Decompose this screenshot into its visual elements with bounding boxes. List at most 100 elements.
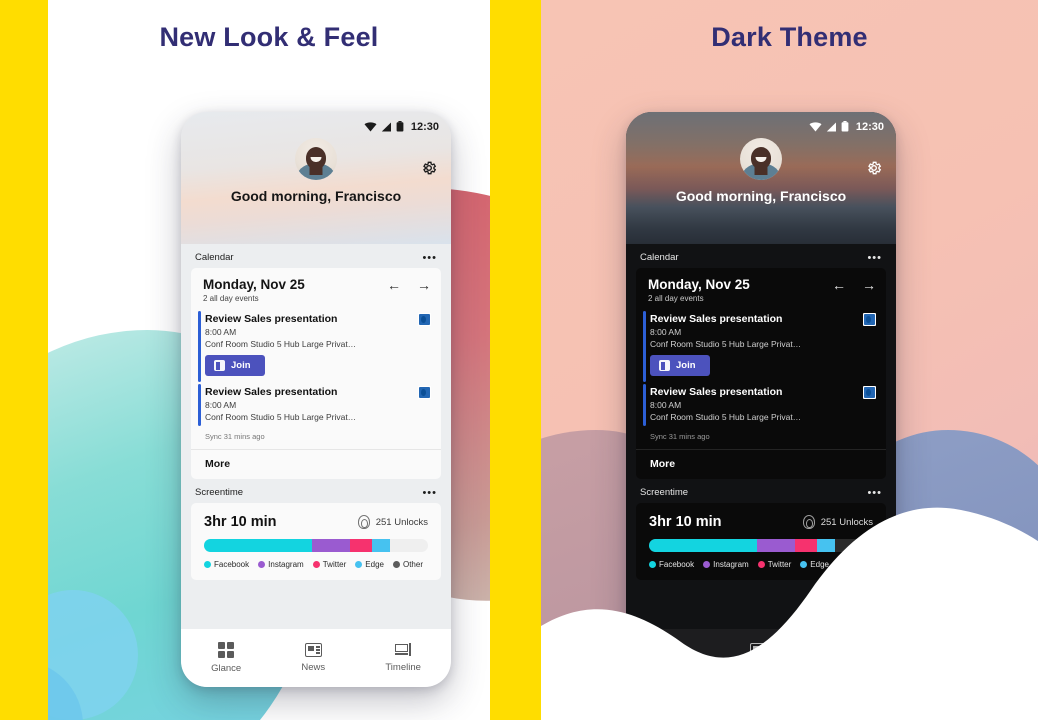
legend-dot-icon [392, 561, 400, 568]
fingerprint-icon [357, 515, 370, 529]
event-location: Conf Room Studio 5 Hub Large Privat… [205, 412, 357, 422]
signal-icon [381, 122, 391, 131]
calendar-card-header: Monday, Nov 25 2 all day events ← → [191, 268, 441, 309]
sync-status: Sync 31 mins ago [650, 432, 710, 441]
phone-hero-light: 12:30 Good morning, Francisco [181, 112, 451, 244]
legend-label: Edge [365, 560, 384, 569]
calendar-subtitle: 2 all day events [203, 294, 259, 303]
panel-light-theme: New Look & Feel 12:30 Good morning, Fran… [48, 0, 490, 720]
legend-dot-icon [258, 561, 266, 568]
bar-segment-facebook [204, 539, 312, 552]
calendar-event[interactable]: Review Sales presentation 8:00 AM Conf R… [636, 309, 886, 382]
screentime-card: 3hr 10 min 251 Unlocks Facebook Instagram… [191, 503, 441, 580]
section-header-calendar: Calendar ••• [626, 244, 896, 268]
screentime-legend: Facebook Instagram Twitter Edge Other [191, 552, 441, 580]
calendar-overflow-icon[interactable]: ••• [867, 252, 882, 263]
outlook-icon [418, 386, 431, 399]
legend-dot-icon [204, 561, 211, 568]
join-label: Join [676, 360, 696, 371]
more-button[interactable]: More [636, 449, 886, 479]
calendar-event[interactable]: Review Sales presentation 8:00 AM Conf R… [191, 382, 441, 426]
section-label-calendar: Calendar [195, 252, 234, 263]
section-header-screentime: Screentime ••• [181, 479, 451, 503]
decorative-white-wave [541, 507, 1038, 720]
sync-status: Sync 31 mins ago [205, 432, 265, 441]
calendar-card-header: Monday, Nov 25 2 all day events ← → [636, 268, 886, 309]
panel-dark-theme: Dark Theme 12:30 Good morning, Francisco… [541, 0, 1038, 720]
bar-segment-other [390, 539, 428, 552]
calendar-event[interactable]: Review Sales presentation 8:00 AM Conf R… [191, 309, 441, 382]
calendar-nav: ← → [832, 277, 876, 293]
news-icon [304, 643, 322, 657]
event-title: Review Sales presentation [650, 386, 783, 398]
event-title: Review Sales presentation [205, 386, 338, 398]
signal-icon [826, 122, 836, 131]
calendar-card: Monday, Nov 25 2 all day events ← → Revi… [636, 268, 886, 479]
calendar-overflow-icon[interactable]: ••• [422, 252, 437, 263]
page-title-dark: Dark Theme [711, 22, 868, 52]
legend-item-other: Other [392, 560, 423, 569]
section-label-calendar: Calendar [640, 252, 679, 263]
bar-segment-edge [371, 539, 390, 552]
outlook-icon [863, 386, 876, 399]
prev-day-icon[interactable]: ← [832, 277, 846, 293]
event-time: 8:00 AM [205, 327, 237, 337]
legend-label: Facebook [214, 560, 250, 569]
next-day-icon[interactable]: → [862, 277, 876, 293]
screentime-overflow-icon[interactable]: ••• [422, 487, 437, 498]
screentime-header: 3hr 10 min 251 Unlocks [191, 503, 441, 530]
legend-label: Instagram [268, 560, 304, 569]
gear-icon[interactable] [866, 160, 882, 176]
battery-icon [396, 121, 404, 132]
nav-item-glance[interactable]: Glance [211, 642, 241, 674]
avatar[interactable] [740, 138, 782, 180]
prev-day-icon[interactable]: ← [387, 277, 401, 293]
outlook-icon [418, 313, 431, 326]
nav-item-label: Glance [211, 663, 242, 674]
avatar[interactable] [295, 138, 337, 180]
screentime-total: 3hr 10 min [204, 514, 277, 530]
phone-hero-dark: 12:30 Good morning, Francisco [626, 112, 896, 244]
bar-segment-instagram [311, 539, 350, 552]
bottom-navigation: Glance News Timeline [181, 629, 451, 687]
calendar-event[interactable]: Review Sales presentation 8:00 AM Conf R… [636, 382, 886, 426]
battery-icon [841, 121, 849, 132]
unlocks-stat: 251 Unlocks [357, 515, 428, 529]
greeting-text: Good morning, Francisco [230, 188, 402, 204]
greeting-text: Good morning, Francisco [675, 188, 847, 204]
timeline-icon [394, 643, 412, 657]
legend-item-twitter: Twitter [312, 560, 347, 569]
legend-label: Twitter [322, 560, 347, 569]
calendar-subtitle: 2 all day events [648, 294, 704, 303]
next-day-icon[interactable]: → [417, 277, 431, 293]
event-time: 8:00 AM [205, 400, 237, 410]
nav-item-label: Timeline [385, 662, 421, 673]
event-color-stripe [643, 384, 646, 426]
more-button[interactable]: More [191, 449, 441, 479]
section-header-calendar: Calendar ••• [181, 244, 451, 268]
gear-icon[interactable] [421, 160, 437, 176]
nav-item-label: News [301, 662, 326, 673]
join-button[interactable]: Join [205, 355, 265, 376]
screenshot-root: New Look & Feel 12:30 Good morning, Fran… [0, 0, 1038, 720]
bar-segment-twitter [349, 539, 372, 552]
teams-icon [214, 360, 225, 371]
join-button[interactable]: Join [650, 355, 710, 376]
event-location: Conf Room Studio 5 Hub Large Privat… [650, 339, 802, 349]
section-label-screentime: Screentime [195, 487, 244, 498]
yellow-divider-middle [490, 0, 541, 720]
event-title: Review Sales presentation [205, 313, 338, 325]
legend-item-facebook: Facebook [204, 560, 249, 569]
phone-mockup-light: 12:30 Good morning, Francisco Calendar •… [181, 112, 451, 687]
event-time: 8:00 AM [650, 327, 682, 337]
teams-icon [659, 360, 670, 371]
event-title: Review Sales presentation [650, 313, 783, 325]
calendar-card: Monday, Nov 25 2 all day events ← → Revi… [191, 268, 441, 479]
unlocks-count: 251 Unlocks [375, 516, 428, 528]
nav-item-news[interactable]: News [301, 643, 325, 673]
event-location: Conf Room Studio 5 Hub Large Privat… [650, 412, 802, 422]
status-bar: 12:30 [181, 112, 451, 134]
status-time: 12:30 [410, 120, 439, 133]
status-bar: 12:30 [626, 112, 896, 134]
nav-item-timeline[interactable]: Timeline [385, 643, 421, 673]
